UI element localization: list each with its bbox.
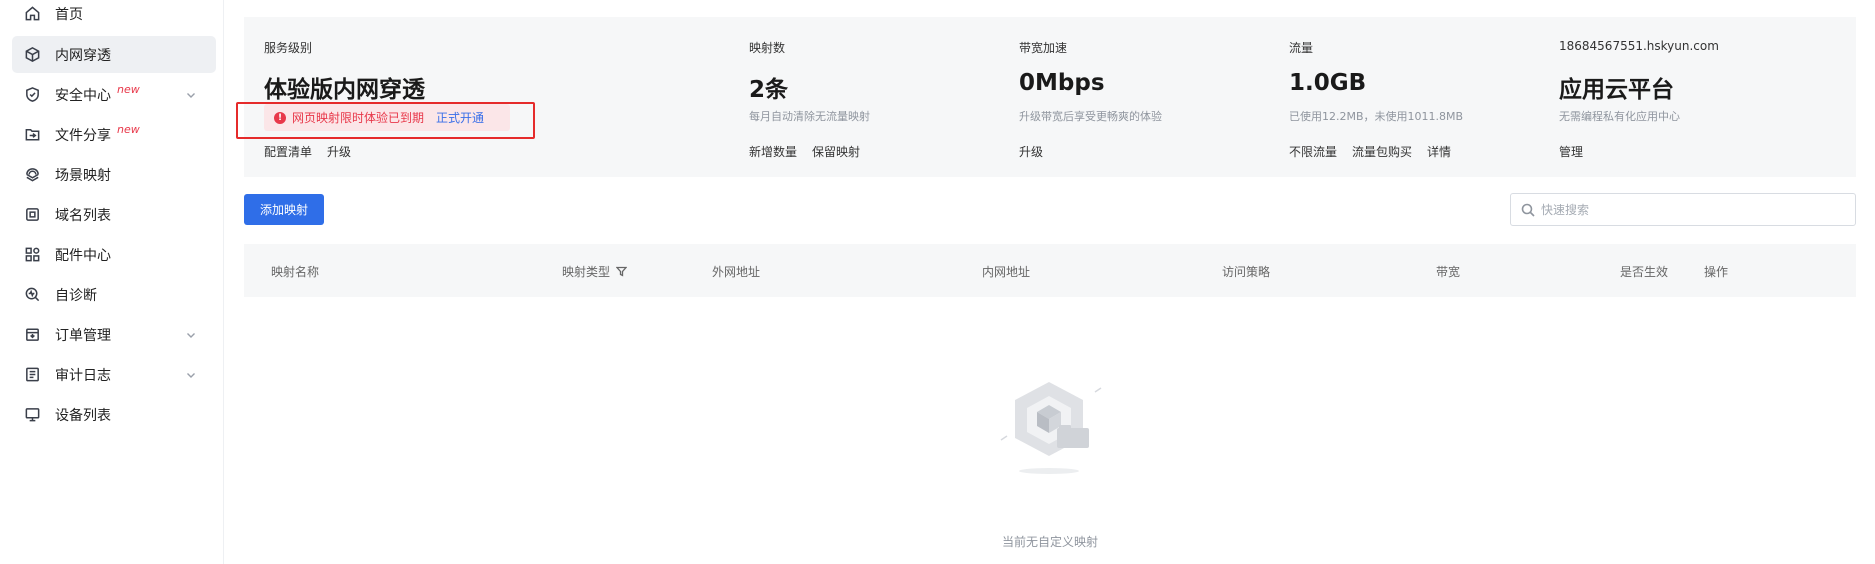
sidebar-item-label: 自诊断: [55, 287, 97, 304]
sidebar: 首页 内网穿透 安全中心 new 文件分享 new 场景映射 域名列表 配件中心…: [0, 0, 224, 564]
home-icon: [22, 4, 42, 24]
traffic-details-link[interactable]: 详情: [1427, 143, 1451, 160]
file-share-icon: [22, 125, 42, 145]
mapping-count-label: 映射数: [749, 41, 786, 55]
sidebar-item-label: 订单管理: [55, 327, 111, 344]
service-level-label: 服务级别: [264, 41, 313, 55]
column-header-type: 映射类型: [562, 263, 628, 280]
bandwidth-label: 带宽加速: [1019, 41, 1068, 55]
chevron-down-icon[interactable]: [186, 329, 196, 339]
manage-link[interactable]: 管理: [1559, 143, 1583, 160]
diagnose-icon: [22, 285, 42, 305]
service-info-panel: 服务级别 体验版内网穿透 配置清单 升级 ! 网页映射限时体验已到期 正式开通 …: [244, 17, 1856, 177]
sidebar-item-self-diagnosis[interactable]: 自诊断: [12, 276, 216, 313]
table-header: 映射名称 映射类型 外网地址 内网地址 访问策略 带宽 是否生效 操作: [244, 244, 1856, 297]
service-level-value: 体验版内网穿透: [264, 77, 425, 103]
sidebar-item-orders[interactable]: 订单管理: [12, 316, 216, 353]
order-icon: [22, 325, 42, 345]
empty-state-illustration: [997, 378, 1107, 478]
sidebar-item-scene-mapping[interactable]: 场景映射: [12, 156, 216, 193]
sidebar-item-devices[interactable]: 设备列表: [12, 396, 216, 433]
mapping-count-value: 2条: [749, 77, 789, 103]
account-value: 应用云平台: [1559, 77, 1674, 103]
sidebar-item-domain-list[interactable]: 域名列表: [12, 196, 216, 233]
account-actions: 管理: [1559, 143, 1583, 160]
cube-icon: [22, 45, 42, 65]
search-icon: [1521, 203, 1535, 217]
service-upgrade-link[interactable]: 升级: [327, 143, 351, 160]
column-header-actions: 操作: [1704, 265, 1729, 279]
highlight-frame: [236, 102, 535, 139]
traffic-value: 1.0GB: [1289, 70, 1367, 96]
account-domain: 18684567551.hskyun.com: [1559, 39, 1719, 53]
sidebar-item-label: 内网穿透: [55, 47, 111, 64]
sidebar-item-audit-log[interactable]: 审计日志: [12, 356, 216, 393]
filter-icon[interactable]: [615, 266, 628, 277]
config-list-link[interactable]: 配置清单: [264, 143, 312, 160]
log-icon: [22, 365, 42, 385]
mapping-count-actions: 新增数量 保留映射: [749, 143, 860, 160]
sidebar-item-label: 审计日志: [55, 367, 111, 384]
sidebar-item-label: 域名列表: [55, 207, 111, 224]
traffic-label: 流量: [1289, 41, 1314, 55]
sidebar-item-label: 文件分享: [55, 127, 111, 144]
grid-icon: [22, 245, 42, 265]
new-badge: new: [117, 83, 140, 96]
scene-icon: [22, 165, 42, 185]
chevron-down-icon[interactable]: [186, 369, 196, 379]
column-header-name: 映射名称: [271, 265, 320, 279]
column-header-access-policy: 访问策略: [1222, 265, 1271, 279]
domain-icon: [22, 205, 42, 225]
search-box: [1510, 193, 1856, 226]
traffic-desc: 已使用12.2MB，未使用1011.8MB: [1289, 110, 1464, 123]
add-quota-link[interactable]: 新增数量: [749, 143, 797, 160]
buy-traffic-link[interactable]: 流量包购买: [1352, 143, 1412, 160]
chevron-down-icon[interactable]: [186, 89, 196, 99]
column-header-external-address: 外网地址: [712, 265, 761, 279]
sidebar-item-accessories[interactable]: 配件中心: [12, 236, 216, 273]
bandwidth-upgrade-link[interactable]: 升级: [1019, 143, 1043, 160]
shield-icon: [22, 85, 42, 105]
bandwidth-desc: 升级带宽后享受更畅爽的体验: [1019, 110, 1162, 123]
sidebar-item-security[interactable]: 安全中心 new: [12, 76, 216, 113]
sidebar-item-intranet[interactable]: 内网穿透: [12, 36, 216, 73]
bandwidth-actions: 升级: [1019, 143, 1043, 160]
unlimited-traffic-link[interactable]: 不限流量: [1289, 143, 1337, 160]
add-mapping-button[interactable]: 添加映射: [244, 194, 324, 225]
sidebar-item-label: 设备列表: [55, 407, 111, 424]
sidebar-item-label: 安全中心: [55, 87, 111, 104]
column-header-enabled: 是否生效: [1620, 265, 1669, 279]
sidebar-item-home[interactable]: 首页: [12, 0, 216, 32]
sidebar-item-label: 场景映射: [55, 167, 111, 184]
empty-state-text: 当前无自定义映射: [1001, 535, 1098, 549]
search-input[interactable]: [1541, 202, 1841, 217]
sidebar-item-file-share[interactable]: 文件分享 new: [12, 116, 216, 153]
column-header-bandwidth: 带宽: [1436, 265, 1461, 279]
account-desc: 无需编程私有化应用中心: [1559, 110, 1680, 123]
sidebar-item-label: 配件中心: [55, 247, 111, 264]
keep-mapping-link[interactable]: 保留映射: [812, 143, 860, 160]
new-badge: new: [117, 123, 140, 136]
mapping-count-desc: 每月自动清除无流量映射: [749, 110, 870, 123]
column-header-internal-address: 内网地址: [982, 265, 1031, 279]
sidebar-item-label: 首页: [55, 6, 83, 23]
traffic-actions: 不限流量 流量包购买 详情: [1289, 143, 1451, 160]
monitor-icon: [22, 405, 42, 425]
bandwidth-value: 0Mbps: [1019, 70, 1105, 96]
service-level-actions: 配置清单 升级: [264, 143, 351, 160]
